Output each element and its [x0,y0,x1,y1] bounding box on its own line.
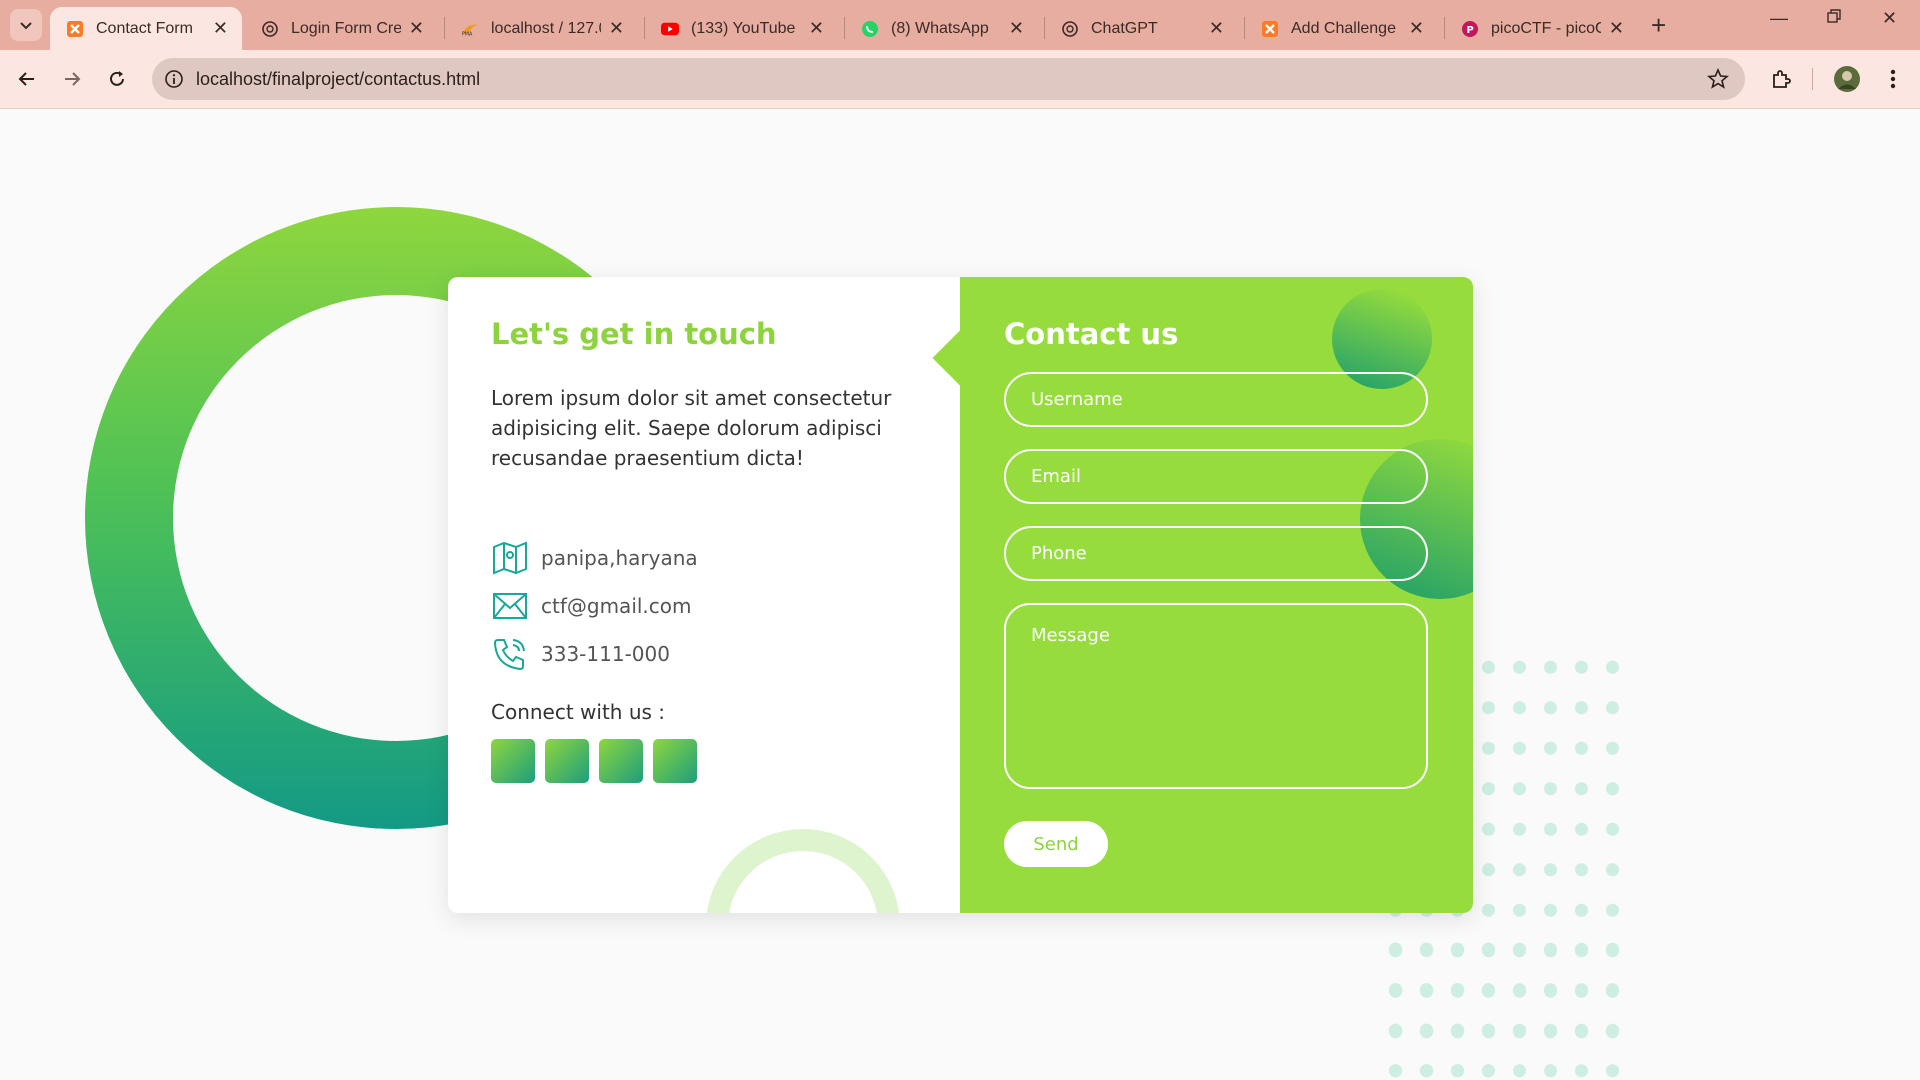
svg-text:PMA: PMA [462,31,473,37]
tab-search-button[interactable] [10,9,42,41]
new-tab-button[interactable]: + [1651,10,1666,41]
social-link-1[interactable] [491,739,535,783]
profile-avatar[interactable] [1830,62,1864,96]
tab-strip: Contact Form ✕ Login Form Crea ✕ PMA loc… [0,0,1920,50]
email-input[interactable] [1004,449,1428,504]
contact-info-description: Lorem ipsum dolor sit amet consectetur a… [491,386,892,470]
star-icon[interactable] [1707,67,1729,94]
close-icon[interactable]: ✕ [809,18,824,39]
tab-title: Add Challenge [1291,19,1396,37]
arrow-right-icon [65,72,81,86]
address-row: panipa,haryana [491,539,698,577]
tab-title: ChatGPT [1091,19,1158,37]
send-button[interactable]: Send [1004,821,1108,867]
youtube-icon [661,20,679,38]
social-link-3[interactable] [599,739,643,783]
reload-icon [110,71,124,86]
arrow-left-icon [18,72,34,86]
tab-title: Login Form Crea [291,19,401,37]
back-button[interactable] [10,62,44,96]
phone-text: 333-111-000 [541,642,670,666]
menu-button[interactable] [1876,62,1910,96]
contact-card: Let's get in touch Lorem ipsum dolor sit… [448,277,1473,913]
tab-title: (8) WhatsApp [891,19,989,37]
tab-contact-form[interactable]: Contact Form ✕ [50,7,242,50]
contact-form-panel: Contact us Send [960,277,1473,913]
close-window-button[interactable]: ✕ [1882,8,1897,29]
forward-button[interactable] [55,62,89,96]
chatgpt-icon [261,20,279,38]
tab-chatgpt[interactable]: ChatGPT ✕ [1045,7,1238,50]
chevron-down-icon [20,22,32,30]
message-input[interactable] [1004,603,1428,789]
restore-button[interactable] [1826,8,1842,29]
info-icon[interactable] [162,67,186,91]
url-text[interactable]: localhost/finalproject/contactus.html [196,58,480,100]
decorative-dots-lower-left [1380,929,1490,1079]
phone-row: 333-111-000 [491,635,670,673]
close-icon[interactable]: ✕ [213,18,228,39]
whatsapp-icon [861,20,879,38]
close-icon[interactable]: ✕ [1409,18,1424,39]
close-icon[interactable]: ✕ [1009,18,1024,39]
contact-info-panel: Let's get in touch Lorem ipsum dolor sit… [448,277,960,913]
page-content: Let's get in touch Lorem ipsum dolor sit… [0,109,1920,1080]
username-input[interactable] [1004,372,1428,427]
tab-title: (133) YouTube [691,19,796,37]
map-icon [491,539,529,577]
tab-login-form[interactable]: Login Form Crea ✕ [245,7,438,50]
browser-toolbar: localhost/finalproject/contactus.html [0,50,1920,109]
close-icon[interactable]: ✕ [409,18,424,39]
address-bar[interactable]: localhost/finalproject/contactus.html [152,58,1745,100]
xampp-icon [1261,20,1279,38]
tab-youtube[interactable]: (133) YouTube ✕ [645,7,838,50]
mail-icon [491,587,529,625]
picoctf-icon: P [1461,20,1479,38]
puzzle-icon [1773,70,1791,88]
close-icon[interactable]: ✕ [1209,18,1224,39]
decorative-circle [706,829,900,913]
tab-picoctf[interactable]: P picoCTF - picoG ✕ [1445,7,1638,50]
more-vertical-icon [1890,69,1896,89]
social-link-4[interactable] [653,739,697,783]
social-links [491,739,707,783]
phone-icon [491,635,529,673]
tab-title: localhost / 127.0 [491,19,601,37]
chatgpt-icon [1061,20,1079,38]
extensions-button[interactable] [1764,62,1798,96]
minimize-button[interactable]: — [1770,8,1788,29]
address-text: panipa,haryana [541,546,698,570]
email-row: ctf@gmail.com [491,587,692,625]
contact-form-title: Contact us [1004,317,1179,351]
tab-title: picoCTF - picoG [1491,19,1601,37]
contact-info-title: Let's get in touch [491,317,777,351]
xampp-icon [66,20,84,38]
phpmyadmin-icon: PMA [461,20,479,38]
email-text: ctf@gmail.com [541,594,692,618]
tab-title: Contact Form [96,19,193,37]
social-link-2[interactable] [545,739,589,783]
close-icon[interactable]: ✕ [609,18,624,39]
tab-phpmyadmin[interactable]: PMA localhost / 127.0 ✕ [445,7,638,50]
restore-icon [1827,9,1841,23]
close-icon[interactable]: ✕ [1609,18,1624,39]
tab-whatsapp[interactable]: (8) WhatsApp ✕ [845,7,1038,50]
toolbar-separator [1812,68,1813,90]
phone-input[interactable] [1004,526,1428,581]
avatar-icon [1834,66,1860,92]
svg-text:P: P [1467,25,1474,36]
connect-label: Connect with us : [491,700,666,724]
reload-button[interactable] [100,62,134,96]
tab-add-challenge[interactable]: Add Challenge ✕ [1245,7,1438,50]
